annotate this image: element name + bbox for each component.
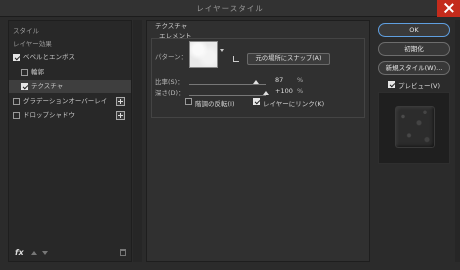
effect-item-texture[interactable]: テクスチャ [9,80,131,93]
contour-checkbox[interactable] [21,69,28,76]
styles-header[interactable]: スタイル [13,25,135,38]
pattern-label: パターン： [155,53,188,61]
link-with-layer-checkbox[interactable] [253,98,260,105]
effect-item-bevel-emboss[interactable]: ベベルとエンボス [9,51,131,64]
fx-menu-button[interactable]: fx [15,248,24,257]
trash-icon[interactable] [120,249,126,256]
invert-checkbox[interactable] [185,98,192,105]
pattern-swatch[interactable] [189,41,218,68]
preview-checkbox[interactable] [388,81,395,88]
window-title: レイヤースタイル [196,4,264,13]
move-down-icon[interactable] [42,251,48,255]
close-icon [444,3,454,13]
reset-button[interactable]: 初期化 [378,42,450,56]
depth-unit: % [297,87,304,95]
snap-to-origin-button[interactable]: 元の場所にスナップ(A) [247,53,330,65]
bevel-emboss-checkbox[interactable] [13,54,20,61]
styles-list-panel: スタイル レイヤー効果 ベベルとエンボス 輪郭 テクスチャ グラデーションオーバ… [8,20,132,262]
effect-item-label: ドロップシャドウ [23,111,75,119]
scale-slider-track[interactable] [189,84,266,85]
group-title: テクスチャ [155,22,188,30]
depth-slider-thumb[interactable] [263,91,269,95]
ok-button[interactable]: OK [378,23,450,37]
right-scrollbar[interactable] [455,20,460,262]
drop-shadow-checkbox[interactable] [13,112,20,119]
scale-value-field[interactable]: 87 [275,76,283,84]
add-effect-icon[interactable] [116,111,125,120]
layer-effects-header[interactable]: レイヤー効果 [13,38,135,51]
effect-item-label: グラデーションオーバーレイ [23,97,108,105]
scale-label: 比率(S)： [155,78,184,86]
invert-label: 階調の反転(I) [195,100,235,108]
close-button[interactable] [437,0,460,17]
gradient-overlay-checkbox[interactable] [13,98,20,105]
texture-checkbox[interactable] [21,83,28,90]
chevron-down-icon[interactable] [220,49,224,52]
link-with-layer-label: レイヤーにリンク(K) [263,100,325,108]
add-effect-icon[interactable] [116,97,125,106]
depth-slider-track[interactable] [189,95,266,96]
new-style-button[interactable]: 新規スタイル(W)... [378,61,450,75]
effect-item-label: テクスチャ [31,82,64,90]
effect-item-label: 輪郭 [31,68,44,76]
title-bar: レイヤースタイル [0,0,460,17]
style-preview [378,92,450,164]
texture-settings-panel: テクスチャ エレメント パターン： 元の場所にスナップ(A) 比率(S)： 87… [146,20,370,262]
left-scrollbar[interactable] [133,20,142,262]
effect-item-label: ベベルとエンボス [23,53,75,61]
depth-value-field[interactable]: +100 [275,87,293,95]
preview-label: プレビュー(V) [398,82,441,90]
preview-swatch [395,106,435,148]
effect-item-gradient-overlay[interactable]: グラデーションオーバーレイ [9,95,131,108]
effect-item-drop-shadow[interactable]: ドロップシャドウ [9,109,131,122]
scale-slider-thumb[interactable] [252,80,259,84]
effect-item-contour[interactable]: 輪郭 [9,66,131,79]
move-up-icon[interactable] [31,251,37,255]
depth-label: 深さ(D)： [155,89,185,97]
new-preset-icon[interactable] [233,56,239,62]
scale-unit: % [297,76,304,84]
